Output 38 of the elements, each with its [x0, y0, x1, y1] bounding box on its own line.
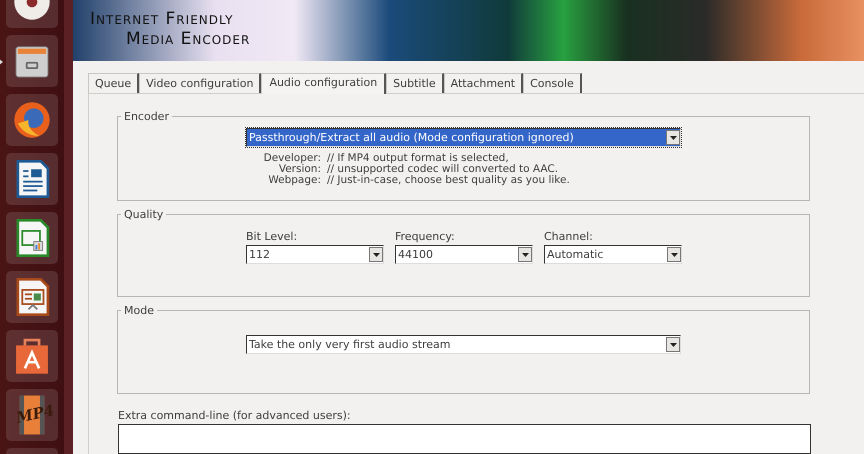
tab[interactable]: Attachment: [444, 73, 524, 93]
dropdown[interactable]: 112: [246, 245, 384, 264]
field-label: Channel:: [544, 230, 594, 243]
dropdown-arrow-icon: [522, 252, 528, 256]
dropdown[interactable]: Take the only very first audio stream: [246, 335, 681, 354]
field-label: Bit Level:: [246, 230, 298, 243]
launcher-item[interactable]: [6, 212, 58, 264]
field-label: Frequency:: [395, 230, 456, 243]
info-value: // unsupported codec will converted to AAC.: [327, 164, 560, 175]
tab[interactable]: Queue: [88, 73, 140, 93]
info-value: // Just-in-case, choose best quality as you like.: [327, 175, 571, 186]
info-label: Version:: [278, 164, 321, 175]
tab[interactable]: Audio configuration: [261, 73, 386, 94]
group-title: Mode: [123, 304, 155, 317]
info-value: // If MP4 output format is selected,: [327, 153, 510, 164]
app-title: Media Encoder: [126, 29, 252, 49]
launcher-item[interactable]: [6, 94, 58, 146]
group-title: Encoder: [123, 110, 170, 123]
launcher-item[interactable]: [6, 271, 58, 323]
launcher-item[interactable]: [6, 330, 58, 382]
dropdown-arrow-icon: [670, 252, 678, 256]
app-title: Internet Friendly: [90, 9, 234, 29]
icon-label: MP4: [14, 401, 56, 427]
launcher-item[interactable]: [6, 153, 58, 205]
info-label: Developer:: [262, 153, 321, 164]
info-label: Webpage:: [267, 175, 321, 186]
group-title: Quality: [123, 208, 164, 221]
dropdown-arrow-icon: [670, 342, 676, 346]
tab[interactable]: Video configuration: [139, 73, 262, 93]
tab[interactable]: Subtitle: [386, 73, 444, 93]
command-line-field[interactable]: [118, 424, 811, 454]
dropdown[interactable]: Automatic: [544, 245, 682, 264]
dropdown-arrow-icon: [670, 136, 676, 140]
tab[interactable]: Console: [523, 73, 582, 93]
dropdown-arrow-icon: [372, 252, 380, 256]
field-label: Extra command-line (for advanced users):: [118, 409, 352, 422]
dropdown[interactable]: 44100: [395, 245, 533, 264]
dropdown[interactable]: Passthrough/Extract all audio (Mode configuration ignored): [246, 128, 681, 147]
